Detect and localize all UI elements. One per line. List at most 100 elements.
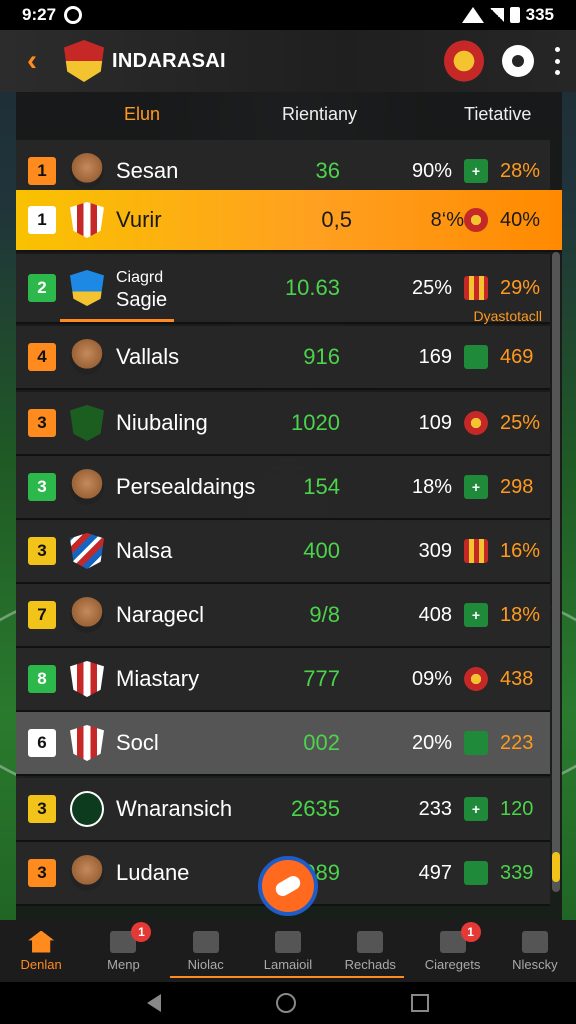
club-crest-icon: [70, 661, 104, 697]
table-row[interactable]: 3 Persealdaings 154 18% + 298: [16, 456, 550, 520]
table-row-selected[interactable]: 6 Socl 002 20% 223: [16, 712, 550, 776]
value-percent: 28%: [500, 159, 541, 182]
position-badge: 3: [28, 537, 56, 565]
system-recents-icon[interactable]: [410, 994, 429, 1012]
club-logo: [64, 40, 104, 82]
table-row[interactable]: 8 Miastary 777 09% 438: [16, 648, 550, 712]
value-percent: 120: [500, 797, 534, 820]
scrollbar-thumb[interactable]: [552, 852, 560, 882]
nav-label: Nlescky: [512, 956, 558, 972]
value-primary: 0,5: [321, 207, 352, 232]
sync-icon: [64, 6, 83, 24]
table-row[interactable]: 3 Nalsa 400 309 16%: [16, 520, 550, 584]
value-secondary: 8‘%: [430, 208, 464, 231]
club-name: Miastary: [116, 666, 200, 691]
nav-item-denlan[interactable]: Denlan: [0, 920, 82, 982]
club-name-line1: Ciagrd: [116, 269, 164, 286]
table-icon: [192, 930, 219, 953]
value-percent: 469: [500, 345, 534, 368]
home-icon: [28, 930, 55, 953]
table-row[interactable]: 3 Wnaransich 2635 233 + 120: [16, 778, 550, 842]
table-row[interactable]: 3 Niubaling 1020 109 25%: [16, 392, 550, 456]
team-badge-icon[interactable]: [444, 40, 484, 82]
club-badge-icon: [464, 208, 488, 232]
value-percent: 339: [500, 861, 534, 884]
nav-item-ciaregets[interactable]: 1 Ciaregets: [411, 920, 493, 982]
value-secondary: 408: [418, 603, 452, 626]
more-options-icon[interactable]: [552, 47, 562, 75]
position-badge: 6: [28, 729, 56, 757]
floating-action-button[interactable]: [258, 856, 318, 916]
settings-gear-icon[interactable]: [502, 45, 534, 77]
whistle-icon: [273, 873, 303, 899]
value-secondary: 25%: [411, 276, 452, 299]
club-badge-icon: [464, 276, 488, 300]
row-note: Dyastotacll: [473, 308, 542, 324]
club-crest-icon: [70, 270, 104, 306]
row-underline: [60, 319, 174, 322]
system-back-icon[interactable]: [147, 994, 162, 1012]
plus-icon: +: [464, 603, 488, 627]
club-badge-icon: [464, 667, 488, 691]
table-row-highlighted[interactable]: 1 Vurir 0,5 8‘% 40%: [16, 190, 562, 252]
status-bar: 9:27 335: [0, 0, 576, 30]
club-name: Niubaling: [116, 410, 208, 435]
club-name: Naragecl: [116, 602, 205, 627]
position-badge: 8: [28, 665, 56, 693]
nav-active-underline: [170, 976, 404, 978]
player-avatar: [70, 339, 104, 375]
value-secondary: 90%: [411, 159, 452, 182]
column-header-right[interactable]: Tietative: [464, 104, 531, 125]
tv-icon: [464, 345, 488, 369]
value-primary: 400: [303, 538, 340, 563]
standings-table: Elun Rientiany Tietative 1 Sesan 36 90% …: [16, 92, 562, 920]
notification-badge: 1: [460, 922, 481, 942]
nav-item-lamaioil[interactable]: Lamaioil: [247, 920, 329, 982]
club-name: Socl: [116, 730, 159, 755]
table-row[interactable]: 4 Vallals 916 169 469: [16, 326, 550, 390]
battery-icon: [509, 7, 520, 23]
app-title: INDARASAI: [112, 49, 226, 72]
club-badge-icon: [464, 411, 488, 435]
player-avatar: [70, 469, 104, 505]
value-primary: 36: [315, 158, 340, 183]
value-primary: 777: [303, 666, 340, 691]
value-primary: 9/8: [309, 602, 340, 627]
column-header-mid[interactable]: Rientiany: [282, 104, 357, 125]
column-header-club[interactable]: Elun: [124, 104, 160, 125]
stadium-icon: [357, 930, 384, 953]
value-percent: 298: [500, 475, 534, 498]
status-time: 9:27: [22, 5, 57, 24]
club-name: Sesan: [116, 158, 179, 183]
club-name: Ciagrd Sagie: [116, 265, 167, 311]
club-crest-icon: [70, 533, 104, 569]
club-crest-icon: [70, 791, 104, 827]
notification-badge: 1: [131, 922, 152, 942]
value-percent: 25%: [500, 411, 541, 434]
value-secondary: 09%: [411, 667, 452, 690]
position-badge: 7: [28, 601, 56, 629]
person-icon: [521, 930, 548, 953]
value-percent: 29%: [500, 276, 541, 299]
value-primary: 002: [303, 730, 340, 755]
table-row[interactable]: 2 Ciagrd Sagie 10.63 25% 29% Dyastotacll: [16, 254, 550, 324]
nav-label: Menp: [107, 956, 140, 972]
position-badge: 1: [28, 157, 56, 185]
nav-item-nlescky[interactable]: Nlescky: [494, 920, 576, 982]
system-home-icon[interactable]: [275, 993, 296, 1013]
position-badge: 3: [28, 473, 56, 501]
table-header: Elun Rientiany Tietative: [16, 92, 562, 140]
nav-item-rechads[interactable]: Rechads: [329, 920, 411, 982]
ball-icon: [274, 930, 301, 953]
position-badge: 4: [28, 343, 56, 371]
nav-item-menp[interactable]: 1 Menp: [82, 920, 164, 982]
system-navigation-bar: [0, 982, 576, 1024]
nav-label: Rechads: [344, 956, 396, 972]
scrollbar-track[interactable]: [552, 252, 560, 892]
club-crest-icon: [70, 725, 104, 761]
bottom-navigation: Denlan 1 Menp Niolac Lamaioil Rechads 1 …: [0, 920, 576, 982]
back-arrow-icon[interactable]: ‹: [14, 43, 50, 79]
nav-item-niolac[interactable]: Niolac: [165, 920, 247, 982]
table-row[interactable]: 7 Naragecl 9/8 408 + 18%: [16, 584, 550, 648]
value-secondary: 309: [418, 539, 452, 562]
